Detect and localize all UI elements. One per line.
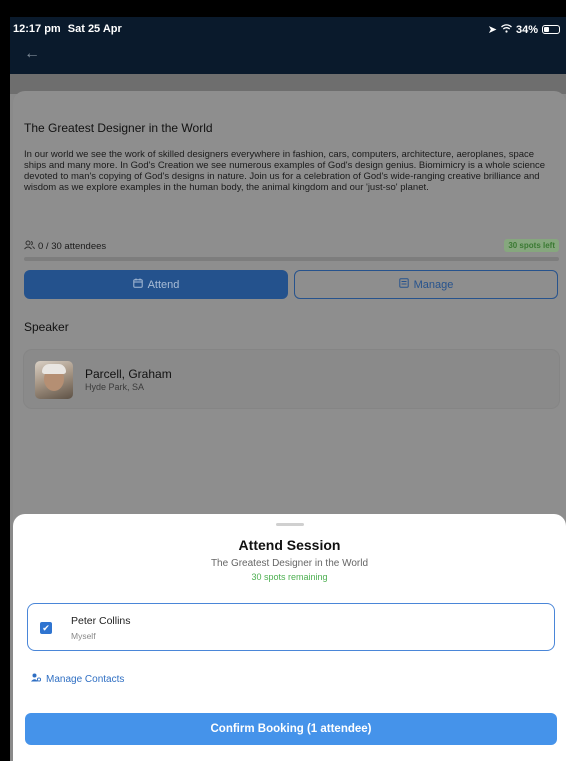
manage-contacts-link[interactable]: Manage Contacts xyxy=(31,673,124,685)
speaker-location: Hyde Park, SA xyxy=(85,382,145,392)
attendee-relation: Myself xyxy=(71,631,96,641)
app-bar: 12:17 pm Sat 25 Apr ➤ 34% ← xyxy=(10,17,566,74)
manage-list-icon xyxy=(398,278,409,291)
people-icon xyxy=(24,240,35,253)
session-title: The Greatest Designer in the World xyxy=(24,121,213,135)
manage-button[interactable]: Manage xyxy=(294,270,558,299)
speaker-heading: Speaker xyxy=(24,320,69,334)
spots-remaining: 30 spots remaining xyxy=(251,572,328,582)
sheet-drag-handle[interactable] xyxy=(276,523,304,526)
battery-icon xyxy=(542,25,560,34)
status-time: 12:17 pm Sat 25 Apr xyxy=(13,23,122,35)
session-description: In our world we see the work of skilled … xyxy=(24,149,546,193)
screen: 12:17 pm Sat 25 Apr ➤ 34% ← The Greatest… xyxy=(10,17,566,761)
speaker-name: Parcell, Graham xyxy=(85,367,172,381)
manage-contacts-icon xyxy=(31,673,42,685)
status-clock: 12:17 pm xyxy=(13,23,61,35)
attendee-name: Peter Collins xyxy=(71,615,131,627)
sheet-title: Attend Session xyxy=(238,537,341,553)
attend-bottom-sheet: Attend Session The Greatest Designer in … xyxy=(13,514,566,761)
confirm-booking-button[interactable]: Confirm Booking (1 attendee) xyxy=(25,713,557,745)
attendee-checkbox[interactable]: ✔ xyxy=(40,622,52,634)
manage-button-label: Manage xyxy=(413,278,454,291)
attendance-progress-bar xyxy=(24,257,559,261)
wifi-icon xyxy=(501,23,512,36)
calendar-icon xyxy=(132,278,143,291)
status-date: Sat 25 Apr xyxy=(67,23,122,35)
checkmark-icon: ✔ xyxy=(42,623,50,633)
attendee-option[interactable]: ✔ Peter Collins Myself xyxy=(27,603,555,651)
sheet-subtitle: The Greatest Designer in the World xyxy=(210,558,369,569)
speaker-avatar xyxy=(35,361,73,399)
device-frame: 12:17 pm Sat 25 Apr ➤ 34% ← The Greatest… xyxy=(0,0,566,761)
manage-contacts-label: Manage Contacts xyxy=(46,673,125,685)
battery-percent: 34% xyxy=(515,23,538,36)
attendance-row: 0 / 30 attendees 30 spots left xyxy=(24,239,559,254)
confirm-booking-label: Confirm Booking (1 attendee) xyxy=(210,723,372,735)
avatar-hair xyxy=(42,364,66,374)
speaker-card[interactable]: Parcell, Graham Hyde Park, SA xyxy=(24,350,559,408)
attend-button-label: Attend xyxy=(147,278,180,291)
attendee-count: 0 / 30 attendees xyxy=(38,241,107,252)
attend-button[interactable]: Attend xyxy=(24,270,288,299)
back-arrow-icon[interactable]: ← xyxy=(24,45,40,63)
location-arrow-icon: ➤ xyxy=(487,24,497,36)
status-indicators: ➤ 34% xyxy=(488,23,560,36)
battery-level xyxy=(544,27,549,32)
spots-left-badge: 30 spots left xyxy=(504,239,559,252)
